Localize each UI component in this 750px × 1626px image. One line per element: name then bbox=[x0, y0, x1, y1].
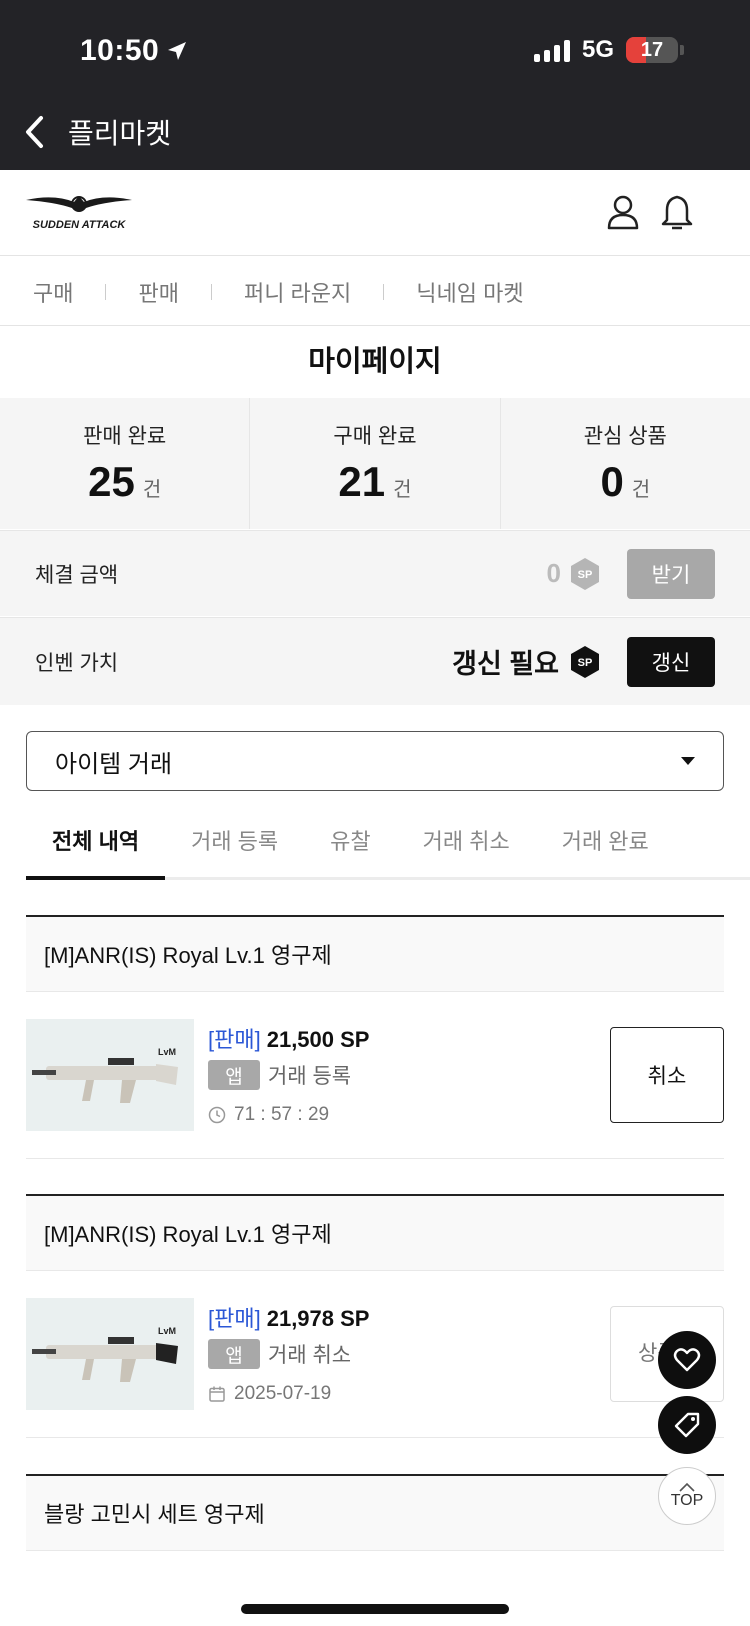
menu-divider bbox=[105, 283, 107, 300]
renew-button[interactable]: 갱신 bbox=[627, 636, 715, 687]
stat-purchase-complete[interactable]: 구매 완료 21 건 bbox=[249, 398, 499, 529]
brand-logo[interactable]: SUDDEN ATTACK bbox=[24, 192, 134, 232]
app-badge: 앱 bbox=[208, 1060, 260, 1090]
tab-unsold[interactable]: 유찰 bbox=[304, 800, 396, 877]
menu-item-sell[interactable]: 판매 bbox=[138, 276, 178, 308]
select-value: 아이템 거래 bbox=[55, 750, 173, 778]
item-price: 21,500 SP bbox=[266, 1027, 370, 1052]
top-bar: 10:50 5G 17 플리마켓 bbox=[0, 0, 750, 170]
settlement-row: 체결 금액 0 SP 받기 bbox=[0, 530, 750, 616]
trade-card: 블랑 고민시 세트 영구제 bbox=[26, 1474, 724, 1551]
menu-divider bbox=[210, 283, 212, 300]
bell-icon[interactable] bbox=[657, 192, 697, 232]
scroll-top-button[interactable]: TOP bbox=[658, 1467, 716, 1525]
inventory-value: 갱신 필요 bbox=[452, 649, 559, 679]
app-badge: 앱 bbox=[208, 1339, 260, 1369]
card-body: LvM [판매] 21,978 SP 앱 거래 취소 2025-07-19 상품 … bbox=[26, 1271, 724, 1438]
card-title[interactable]: [M]ANR(IS) Royal Lv.1 영구제 bbox=[26, 1194, 724, 1271]
tab-all[interactable]: 전체 내역 bbox=[26, 800, 166, 880]
sp-coin-icon: SP bbox=[569, 645, 601, 679]
sell-tag-fab[interactable] bbox=[658, 1396, 716, 1454]
svg-text:LvM: LvM bbox=[158, 1047, 176, 1057]
svg-text:SP: SP bbox=[578, 657, 593, 669]
battery-icon: 17 bbox=[626, 37, 678, 63]
price-line: [판매] 21,500 SP bbox=[208, 1022, 369, 1054]
inventory-label: 인벤 가치 bbox=[35, 651, 119, 675]
inventory-row: 인벤 가치 갱신 필요 SP 갱신 bbox=[0, 617, 750, 705]
trade-status: 거래 등록 bbox=[268, 1065, 352, 1088]
menu-item-buy[interactable]: 구매 bbox=[33, 276, 73, 308]
status-time: 10:50 bbox=[80, 34, 189, 68]
chevron-left-icon bbox=[26, 116, 43, 148]
network-type: 5G bbox=[581, 36, 614, 63]
price-line: [판매] 21,978 SP bbox=[208, 1301, 369, 1333]
stat-wishlist[interactable]: 관심 상품 0건 bbox=[499, 398, 750, 529]
status-icons: 5G 17 bbox=[533, 36, 684, 64]
trade-card: [M]ANR(IS) Royal Lv.1 영구제 LvM [판매] 21,978… bbox=[26, 1194, 724, 1438]
nav-bar: 플리마켓 bbox=[0, 100, 171, 164]
status-line: 앱 거래 등록 bbox=[208, 1060, 351, 1090]
signal-icon bbox=[533, 38, 570, 62]
chevron-up-icon bbox=[679, 1482, 695, 1492]
meta-line: 71 : 57 : 29 bbox=[208, 1104, 329, 1126]
menu-divider bbox=[383, 283, 385, 300]
history-tabs: 전체 내역 거래 등록 유찰 거래 취소 거래 완료 bbox=[26, 800, 750, 880]
calendar-icon bbox=[209, 1386, 225, 1402]
item-price: 21,978 SP bbox=[266, 1306, 370, 1331]
sp-coin-icon: SP bbox=[569, 557, 601, 591]
card-title[interactable]: [M]ANR(IS) Royal Lv.1 영구제 bbox=[26, 915, 724, 992]
home-indicator[interactable] bbox=[241, 1604, 509, 1614]
tab-completed[interactable]: 거래 완료 bbox=[536, 800, 675, 877]
svg-text:SUDDEN ATTACK: SUDDEN ATTACK bbox=[33, 219, 127, 231]
svg-text:SP: SP bbox=[578, 569, 593, 581]
stats-panel: 판매 완료 25 건 구매 완료 21 건 관심 상품 0건 bbox=[0, 398, 750, 529]
cancel-button[interactable]: 취소 bbox=[610, 1027, 724, 1123]
heart-icon bbox=[673, 1348, 701, 1372]
receive-button[interactable]: 받기 bbox=[627, 548, 715, 599]
remaining-time: 71 : 57 : 29 bbox=[234, 1104, 330, 1125]
sale-tag: [판매] bbox=[208, 1027, 261, 1052]
back-button[interactable] bbox=[0, 100, 68, 164]
location-arrow-icon bbox=[168, 42, 187, 60]
meta-line: 2025-07-19 bbox=[208, 1383, 331, 1405]
app-header: SUDDEN ATTACK bbox=[0, 170, 750, 256]
nav-title: 플리마켓 bbox=[68, 118, 172, 149]
settlement-amount: 0 bbox=[546, 558, 561, 588]
menu-item-lounge[interactable]: 퍼니 라운지 bbox=[244, 276, 351, 308]
settlement-label: 체결 금액 bbox=[35, 563, 119, 587]
card-title[interactable]: 블랑 고민시 세트 영구제 bbox=[26, 1474, 724, 1551]
tag-icon bbox=[674, 1412, 700, 1438]
item-thumbnail[interactable]: LvM bbox=[26, 1298, 194, 1410]
trade-date: 2025-07-19 bbox=[234, 1383, 332, 1404]
trade-type-select[interactable]: 아이템 거래 bbox=[26, 731, 724, 791]
stat-sales-complete[interactable]: 판매 완료 25 건 bbox=[0, 398, 249, 529]
sale-tag: [판매] bbox=[208, 1306, 261, 1331]
user-icon[interactable] bbox=[603, 192, 643, 232]
status-line: 앱 거래 취소 bbox=[208, 1339, 351, 1369]
clock-icon bbox=[208, 1106, 226, 1124]
caret-down-icon bbox=[681, 757, 695, 765]
tab-registered[interactable]: 거래 등록 bbox=[165, 800, 304, 877]
item-thumbnail[interactable]: LvM bbox=[26, 1019, 194, 1131]
main-menu: 구매 판매 퍼니 라운지 닉네임 마켓 bbox=[0, 258, 750, 326]
menu-item-nickname-market[interactable]: 닉네임 마켓 bbox=[416, 276, 523, 308]
trade-status: 거래 취소 bbox=[268, 1344, 352, 1367]
trade-card: [M]ANR(IS) Royal Lv.1 영구제 LvM [판매] 21,500… bbox=[26, 915, 724, 1159]
wishlist-fab[interactable] bbox=[658, 1331, 716, 1389]
card-body: LvM [판매] 21,500 SP 앱 거래 등록 71 : 57 : 29 취… bbox=[26, 992, 724, 1159]
svg-text:LvM: LvM bbox=[158, 1326, 176, 1336]
page-title: 마이페이지 bbox=[308, 346, 442, 378]
tab-cancelled[interactable]: 거래 취소 bbox=[397, 800, 536, 877]
